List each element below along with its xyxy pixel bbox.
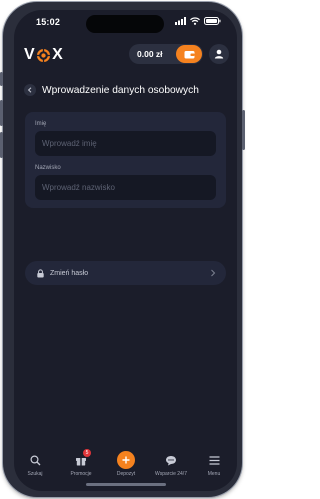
nav-support[interactable]: Wsparcie 24/7	[149, 451, 193, 477]
lock-icon	[37, 268, 44, 277]
power-button	[242, 110, 245, 150]
personal-data-form: Imię Nazwisko	[25, 112, 226, 208]
nav-promotions-icon-wrap: 5	[75, 449, 91, 469]
nav-menu-label: Menu	[207, 471, 221, 477]
first-name-input[interactable]	[35, 131, 216, 156]
search-icon	[29, 454, 40, 465]
status-bar: 15:02	[14, 10, 237, 38]
app-header: V X 0.00 zł	[14, 42, 237, 68]
profile-button[interactable]	[209, 44, 229, 64]
phone-frame: 15:02 V X 0.00 zł Wprowadzenie danych os…	[0, 2, 245, 497]
wallet-icon	[184, 50, 194, 58]
chevron-left-icon	[27, 87, 32, 93]
nav-deposit-icon-wrap	[117, 451, 135, 469]
screen: 15:02 V X 0.00 zł Wprowadzenie danych os…	[14, 10, 237, 491]
status-time: 15:02	[36, 17, 61, 27]
nav-search-label: Szukaj	[27, 471, 43, 477]
first-name-label: Imię	[35, 121, 47, 127]
nav-menu[interactable]: Menu	[192, 451, 236, 477]
nav-search-icon-wrap	[29, 451, 41, 469]
volume-up-button	[0, 100, 3, 126]
status-icons	[175, 17, 221, 25]
change-password-button[interactable]: Zmień hasło	[25, 261, 226, 285]
logo-letter-v: V	[24, 46, 36, 63]
home-indicator	[86, 483, 166, 486]
last-name-label: Nazwisko	[35, 165, 61, 171]
promotions-badge: 5	[83, 449, 91, 457]
nav-search[interactable]: Szukaj	[14, 451, 57, 477]
balance-pill[interactable]: 0.00 zł	[129, 44, 203, 64]
logo-roulette-icon	[36, 48, 51, 62]
nav-deposit[interactable]: Depozyt	[104, 451, 148, 477]
nav-support-icon-wrap	[165, 451, 177, 469]
chat-icon	[166, 455, 176, 465]
page-title: Wprowadzenie danych osobowych	[42, 84, 199, 96]
nav-promotions-label: Promocje	[70, 471, 92, 477]
last-name-input[interactable]	[35, 175, 216, 200]
dynamic-island	[86, 15, 164, 33]
nav-menu-icon-wrap	[209, 451, 220, 469]
battery-icon	[204, 17, 221, 25]
logo-letter-x: X	[52, 46, 64, 63]
deposit-circle	[117, 451, 135, 469]
wallet-button[interactable]	[176, 45, 202, 63]
back-button[interactable]	[24, 84, 36, 96]
page-title-row: Wprowadzenie danych osobowych	[24, 84, 199, 96]
user-icon	[214, 49, 224, 59]
balance-amount: 0.00 zł	[137, 49, 163, 59]
plus-icon	[122, 456, 130, 464]
nav-support-label: Wsparcie 24/7	[155, 471, 187, 477]
signal-icon	[175, 17, 186, 25]
vox-logo[interactable]: V X	[24, 46, 63, 64]
mute-switch	[0, 72, 3, 86]
volume-down-button	[0, 132, 3, 158]
chevron-right-icon	[211, 269, 216, 277]
menu-icon	[209, 455, 219, 465]
nav-promotions[interactable]: 5 Promocje	[59, 449, 103, 477]
change-password-label: Zmień hasło	[50, 269, 89, 277]
nav-deposit-label: Depozyt	[116, 471, 136, 477]
wifi-icon	[190, 17, 200, 25]
